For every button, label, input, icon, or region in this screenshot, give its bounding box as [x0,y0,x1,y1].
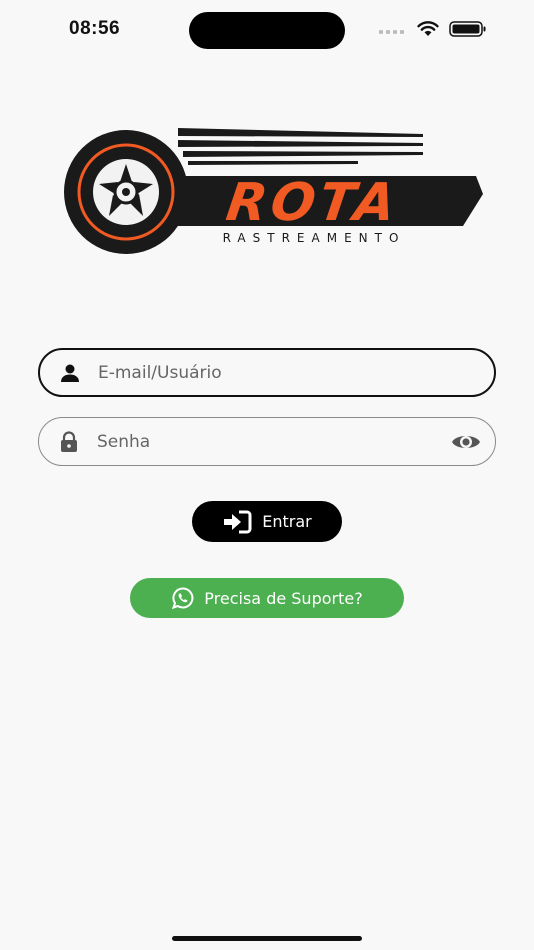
password-field[interactable] [38,417,496,466]
home-indicator[interactable] [172,936,362,941]
login-arrow-icon [224,510,252,533]
person-icon [61,364,79,382]
lock-icon [61,430,77,452]
tire-icon [64,130,188,254]
password-input[interactable] [97,418,435,465]
battery-icon [449,21,486,37]
status-time: 08:56 [69,18,121,39]
wifi-icon [417,21,439,36]
dynamic-island [189,12,345,49]
username-input[interactable] [98,350,434,395]
brand-logo: ROTA RASTREAMENTO [64,128,483,254]
brand-tagline: RASTREAMENTO [223,231,406,245]
eye-icon[interactable] [451,431,481,453]
login-button-label: Entrar [262,512,312,531]
login-button[interactable]: Entrar [192,501,342,542]
whatsapp-icon [172,587,194,610]
status-bar: 08:56 [0,0,534,60]
brand-name: ROTA [223,173,403,233]
speed-lines [178,128,423,165]
signal-icon [379,30,404,34]
username-field[interactable] [38,348,496,397]
support-button-label: Precisa de Suporte? [204,588,363,608]
support-button[interactable]: Precisa de Suporte? [130,578,404,618]
